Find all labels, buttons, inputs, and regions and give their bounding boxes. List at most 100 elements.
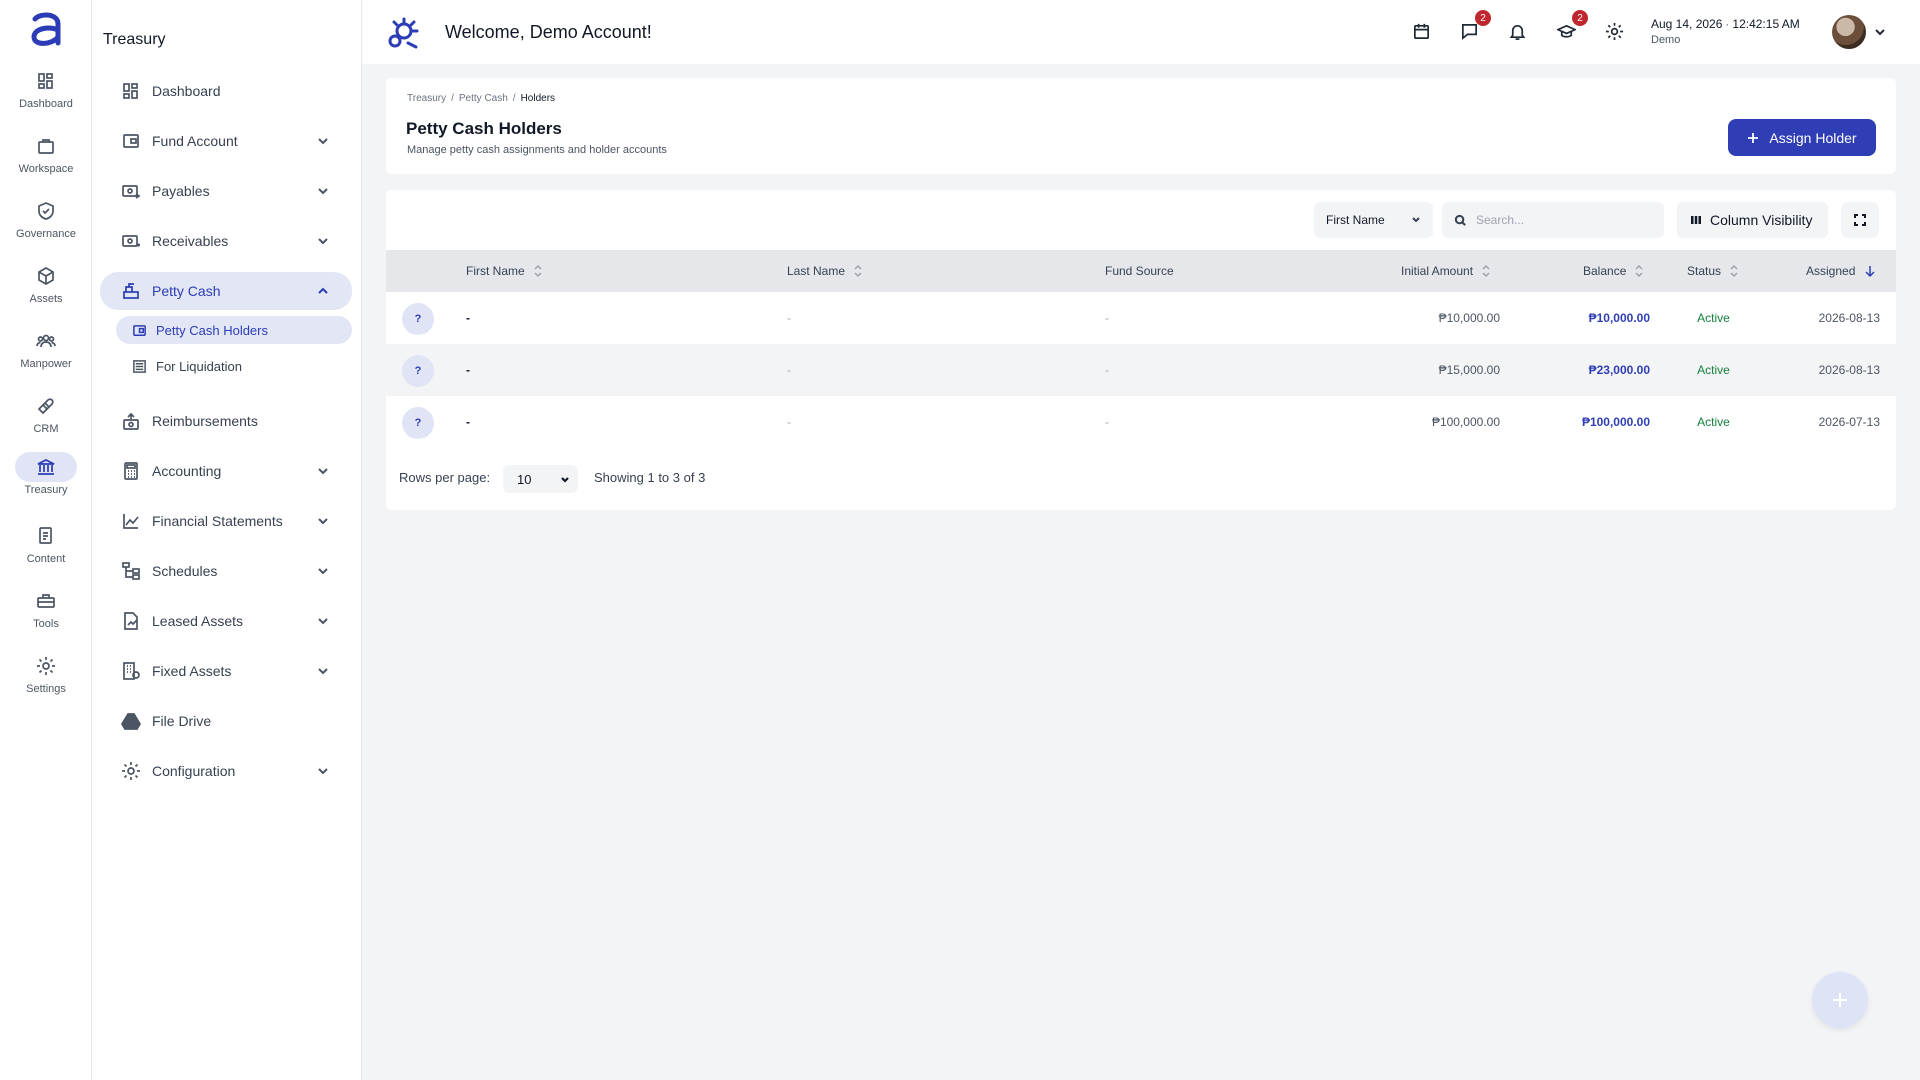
- holder-avatar: ?: [402, 355, 434, 387]
- cell-balance: ₱10,000.00: [1588, 311, 1650, 325]
- column-header-first-name[interactable]: First Name: [466, 250, 542, 292]
- filter-field-value: First Name: [1326, 213, 1385, 227]
- datetime: Aug 14, 2026 · 12:42:15 AM: [1651, 17, 1800, 31]
- plus-icon: [1833, 993, 1847, 1007]
- column-header-assigned[interactable]: Assigned: [1806, 250, 1876, 292]
- calendar-button[interactable]: [1410, 20, 1432, 42]
- user-name: Demo: [1651, 34, 1681, 46]
- status-badge: Active: [1697, 311, 1730, 325]
- sidebar-item-file-drive[interactable]: File Drive: [100, 702, 352, 740]
- rail-item-settings[interactable]: Settings: [14, 651, 78, 709]
- cell-last-name: -: [787, 415, 791, 429]
- breadcrumb-petty-cash[interactable]: Petty Cash: [459, 93, 508, 104]
- rail-item-dashboard[interactable]: Dashboard: [14, 66, 78, 124]
- rail-label: Settings: [26, 683, 66, 695]
- notifications-button[interactable]: [1506, 20, 1528, 42]
- rail-item-manpower[interactable]: Manpower: [14, 326, 78, 384]
- sidebar-title: Treasury: [103, 31, 166, 48]
- rail-item-assets[interactable]: Assets: [14, 261, 78, 319]
- brand-logo-icon[interactable]: [386, 16, 422, 50]
- table-header: First Name Last Name Fund Source Initial…: [386, 250, 1896, 292]
- sidebar-item-receivables[interactable]: Receivables: [100, 222, 352, 260]
- rail-item-crm[interactable]: CRM: [14, 391, 78, 449]
- sidebar-item-label: Schedules: [152, 563, 218, 579]
- sidebar-item-fund-account[interactable]: Fund Account: [100, 122, 352, 160]
- cell-last-name: -: [787, 311, 791, 325]
- wallet-icon: [133, 324, 146, 336]
- sidebar-item-label: Financial Statements: [152, 513, 283, 529]
- pagination-summary: Showing 1 to 3 of 3: [594, 470, 706, 485]
- sidebar-item-leased-assets[interactable]: Leased Assets: [100, 602, 352, 640]
- treasury-sidebar: Treasury Dashboard Fund Account Payables…: [92, 0, 362, 1080]
- column-header-status[interactable]: Status: [1687, 250, 1738, 292]
- app-logo-icon[interactable]: [28, 10, 64, 48]
- column-header-last-name[interactable]: Last Name: [787, 250, 862, 292]
- messages-button[interactable]: 2: [1458, 10, 1491, 42]
- status-badge: Active: [1697, 415, 1730, 429]
- holders-table-card: First Name Column Visibility First Name …: [386, 190, 1896, 510]
- sidebar-item-petty-cash[interactable]: Petty Cash: [100, 272, 352, 310]
- chevron-down-icon: [318, 138, 328, 145]
- avatar[interactable]: [1832, 15, 1866, 49]
- document-icon: [15, 521, 77, 551]
- rows-per-page-label: Rows per page:: [399, 470, 491, 485]
- bell-icon: [1509, 24, 1525, 40]
- breadcrumb-treasury[interactable]: Treasury: [407, 93, 446, 104]
- sidebar-subitem-label: For Liquidation: [156, 358, 242, 374]
- sidebar-item-label: Fixed Assets: [152, 663, 232, 679]
- sidebar-item-dashboard[interactable]: Dashboard: [100, 72, 352, 110]
- gear-icon: [15, 651, 77, 681]
- people-icon: [15, 326, 77, 356]
- sidebar-item-schedules[interactable]: Schedules: [100, 552, 352, 590]
- cell-last-name: -: [787, 363, 791, 377]
- chevron-down-icon: [318, 468, 328, 475]
- column-label: Status: [1687, 264, 1722, 278]
- sidebar-item-label: Configuration: [152, 763, 236, 779]
- cell-fund-source: -: [1105, 311, 1109, 325]
- rail-item-tools[interactable]: Tools: [14, 586, 78, 644]
- rail-item-treasury[interactable]: Treasury: [14, 452, 78, 510]
- toolbox-icon: [15, 586, 77, 616]
- app-rail: Dashboard Workspace Governance Assets Ma…: [0, 0, 92, 1080]
- column-visibility-button[interactable]: Column Visibility: [1677, 202, 1828, 238]
- search-input[interactable]: [1476, 213, 1656, 227]
- rail-label: Content: [26, 553, 66, 565]
- search-icon: [1454, 214, 1466, 226]
- fullscreen-button[interactable]: [1841, 202, 1879, 238]
- sidebar-subitem-petty-cash-holders[interactable]: Petty Cash Holders: [116, 316, 352, 344]
- grid-icon: [15, 66, 77, 96]
- table-row[interactable]: ? - - - ₱10,000.00 ₱10,000.00 Active 202…: [386, 292, 1896, 344]
- rows-per-page-select[interactable]: 10: [503, 465, 578, 493]
- cell-assigned: 2026-07-13: [1818, 415, 1880, 429]
- floating-add-button[interactable]: [1812, 972, 1868, 1028]
- sidebar-item-label: Accounting: [152, 463, 222, 479]
- sidebar-item-financial-statements[interactable]: Financial Statements: [100, 502, 352, 540]
- sidebar-item-reimbursements[interactable]: Reimbursements: [100, 402, 352, 440]
- filter-field-select[interactable]: First Name: [1314, 202, 1433, 238]
- chevron-down-icon[interactable]: [1874, 26, 1886, 38]
- cell-initial-amount: ₱10,000.00: [1438, 311, 1500, 325]
- learning-button[interactable]: 2: [1555, 10, 1588, 42]
- rail-label: Workspace: [18, 163, 74, 175]
- sidebar-item-label: Receivables: [152, 233, 229, 249]
- sort-desc-icon: [1865, 266, 1875, 278]
- settings-button[interactable]: [1603, 20, 1625, 42]
- cell-first-name: -: [466, 311, 470, 325]
- table-row[interactable]: ? - - - ₱100,000.00 ₱100,000.00 Active 2…: [386, 396, 1896, 448]
- messages-badge: 2: [1475, 10, 1491, 26]
- assign-holder-button[interactable]: Assign Holder: [1728, 119, 1876, 156]
- rail-item-governance[interactable]: Governance: [14, 196, 78, 254]
- sidebar-item-accounting[interactable]: Accounting: [100, 452, 352, 490]
- column-label: Assigned: [1806, 264, 1856, 278]
- table-row[interactable]: ? - - - ₱15,000.00 ₱23,000.00 Active 202…: [386, 344, 1896, 396]
- cell-initial-amount: ₱100,000.00: [1431, 415, 1500, 429]
- sidebar-subitem-for-liquidation[interactable]: For Liquidation: [116, 352, 352, 380]
- sidebar-item-fixed-assets[interactable]: Fixed Assets: [100, 652, 352, 690]
- sidebar-item-payables[interactable]: Payables: [100, 172, 352, 210]
- chevron-up-icon: [318, 287, 328, 294]
- rail-item-workspace[interactable]: Workspace: [14, 131, 78, 189]
- rail-item-content[interactable]: Content: [14, 521, 78, 579]
- sidebar-item-configuration[interactable]: Configuration: [100, 752, 352, 790]
- column-header-balance[interactable]: Balance: [1583, 250, 1643, 292]
- column-header-initial-amount[interactable]: Initial Amount: [1401, 250, 1490, 292]
